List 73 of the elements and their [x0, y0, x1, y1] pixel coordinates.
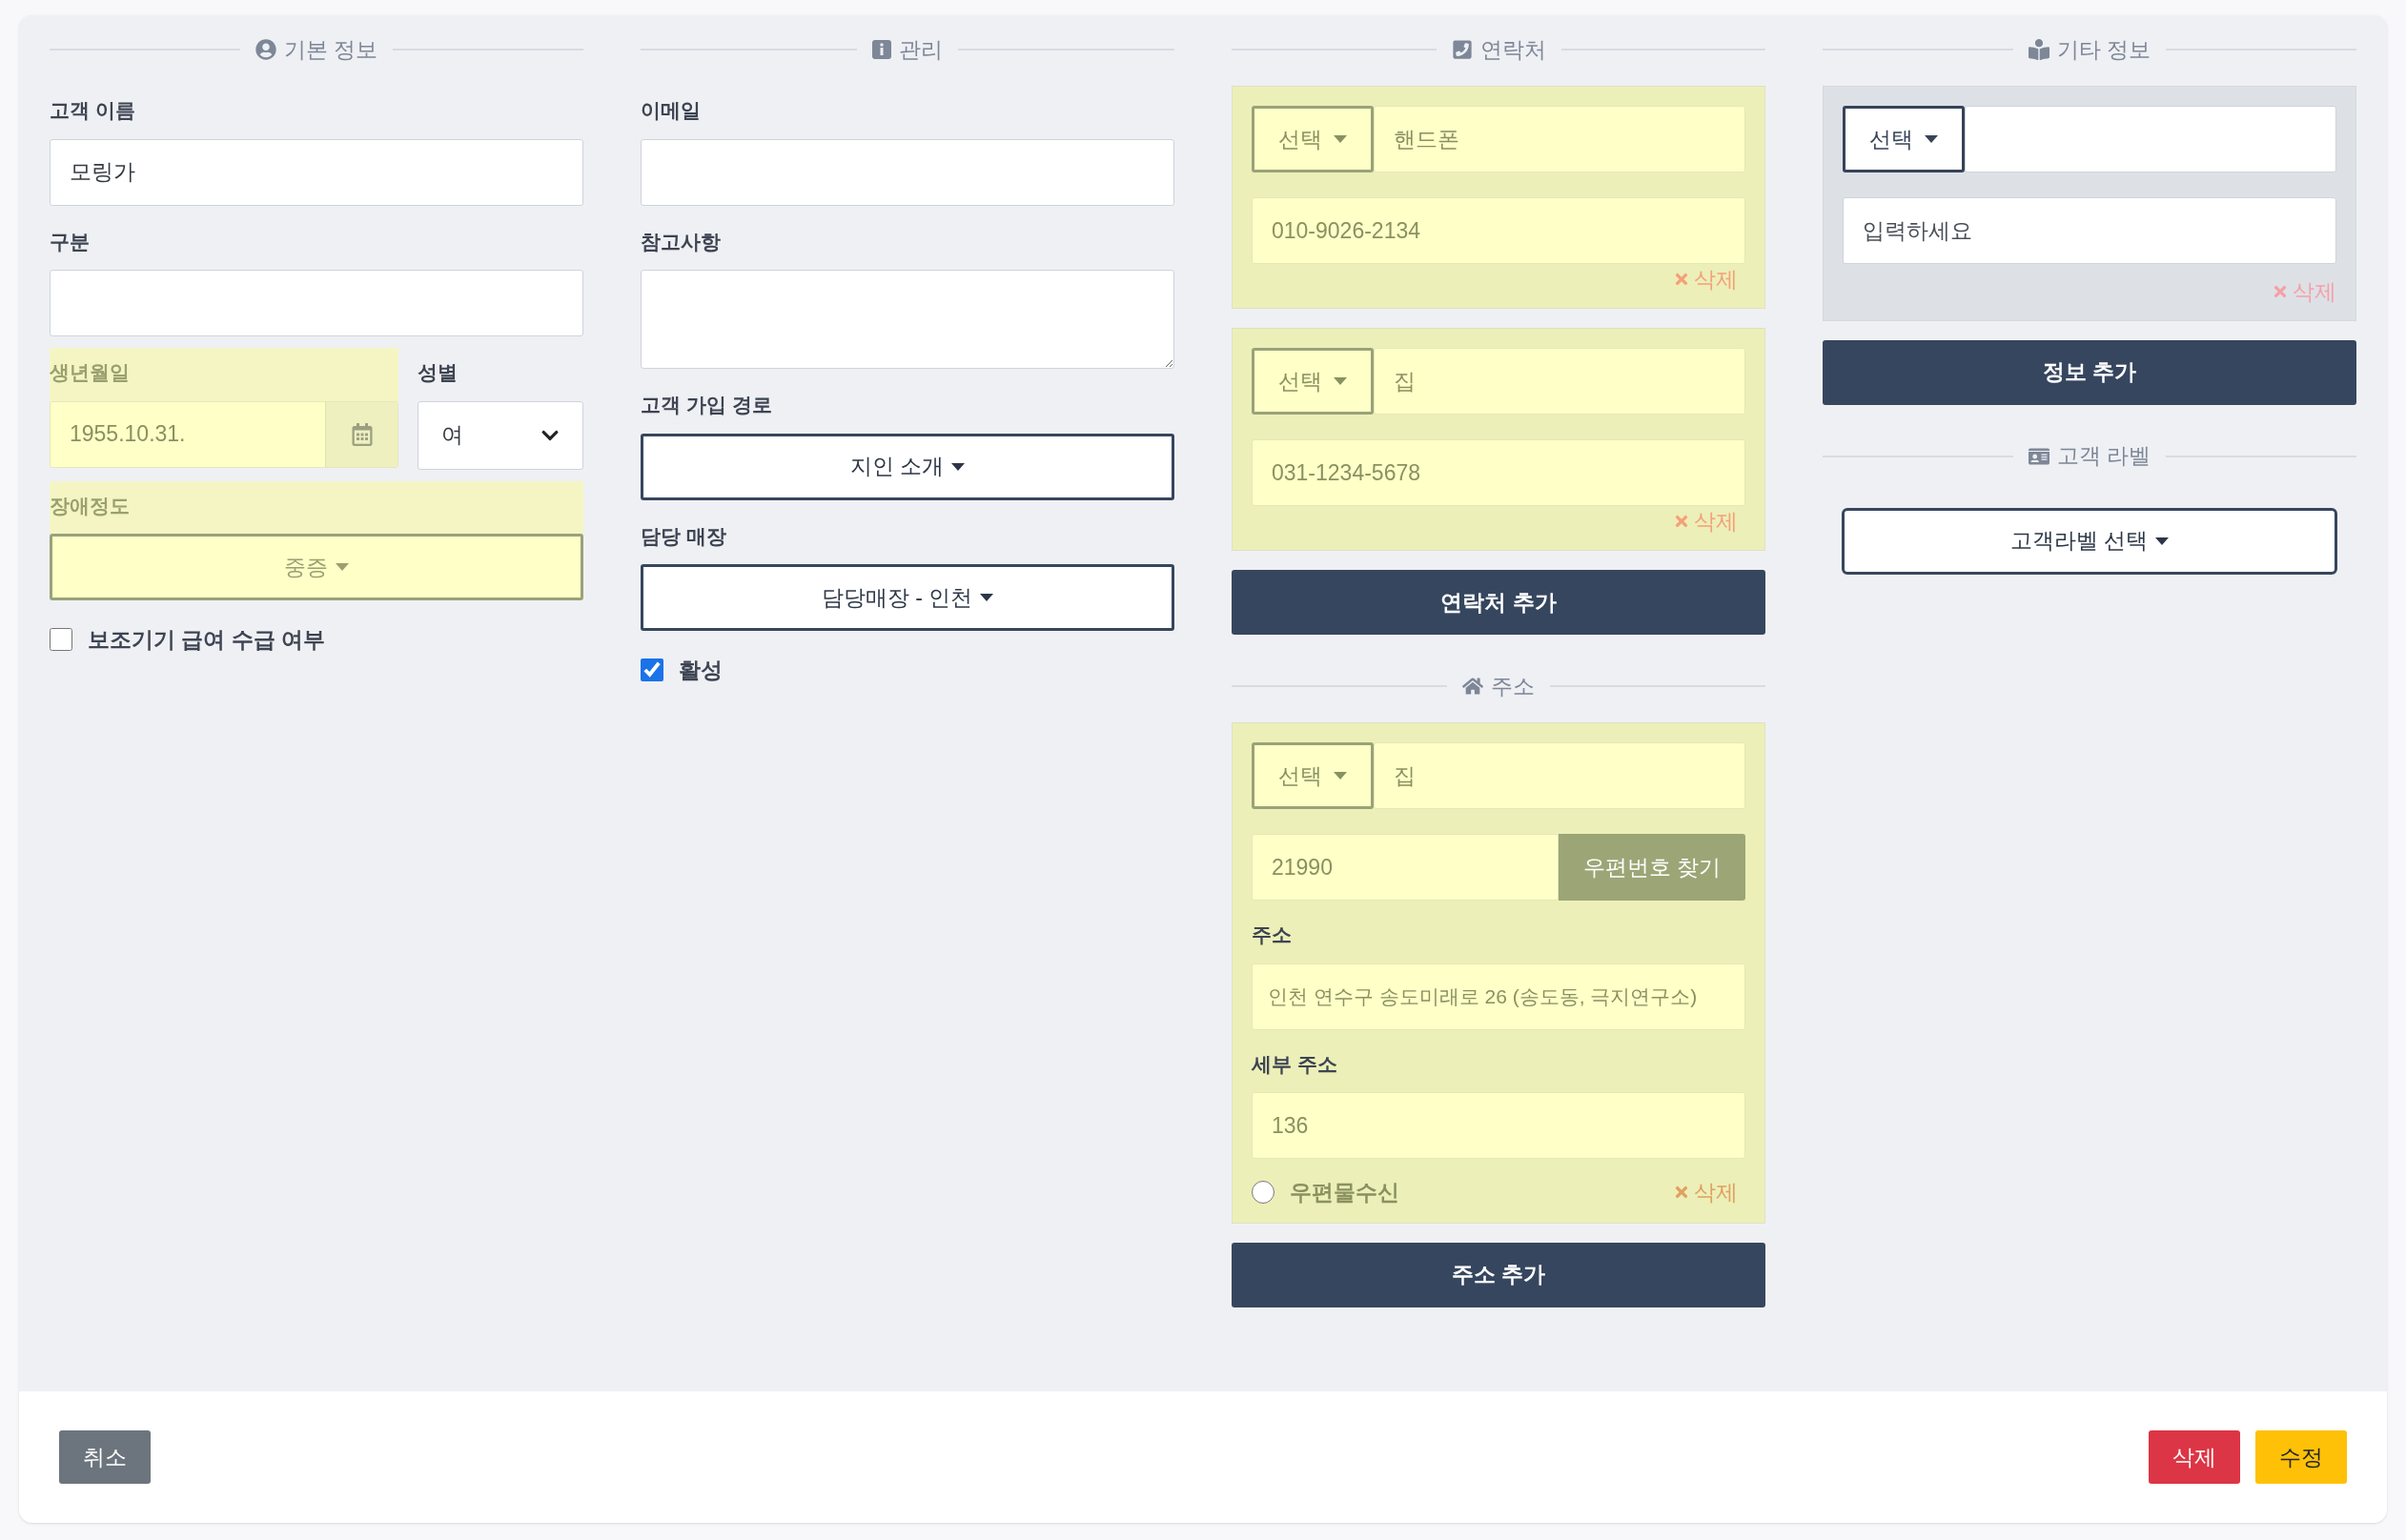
store-dropdown[interactable]: 담당매장 - 인천 — [641, 564, 1174, 631]
user-icon — [255, 39, 276, 60]
close-icon — [1673, 271, 1690, 288]
phone-icon — [1451, 39, 1473, 60]
caret-icon — [336, 563, 349, 571]
caret-icon — [1925, 135, 1938, 143]
checkbox[interactable] — [641, 659, 663, 682]
customer-label-dropdown[interactable]: 고객라벨 선택 — [1842, 507, 2337, 575]
gender-select[interactable]: 여 — [418, 400, 583, 470]
save-button[interactable]: 수정 — [2255, 1430, 2347, 1484]
delete-link[interactable]: 삭제 — [1673, 508, 1738, 535]
phone-input[interactable]: 010-9026-2134 — [1252, 197, 1745, 264]
contact-type-input[interactable]: 핸드폰 — [1374, 106, 1745, 172]
field-label: 성별 — [418, 361, 458, 383]
address-type-input[interactable]: 집 — [1374, 742, 1745, 809]
checkbox-label: 보조기기 급여 수급 여부 — [88, 626, 326, 654]
field-label: 구분 — [50, 230, 90, 253]
home-icon — [1462, 676, 1483, 697]
info-type-input[interactable] — [1965, 106, 2336, 172]
caret-icon — [2155, 537, 2170, 545]
caret-icon — [1334, 772, 1347, 780]
detail-address-input[interactable]: 136 — [1252, 1092, 1745, 1159]
section-title: 기타 정보 — [2056, 35, 2151, 64]
id-card-icon — [2028, 445, 2049, 467]
radio-button[interactable] — [1252, 1181, 1274, 1205]
field-label: 장애정도 — [50, 494, 130, 517]
caret-icon — [1334, 135, 1347, 143]
type-dropdown[interactable]: 선택 — [1843, 106, 1965, 172]
field-label: 주소 — [1252, 923, 1292, 945]
close-icon — [1673, 513, 1690, 530]
category-input[interactable] — [50, 270, 583, 336]
phone-input[interactable]: 031-1234-5678 — [1252, 439, 1745, 506]
calendar-icon — [350, 422, 374, 446]
caret-icon — [980, 594, 994, 601]
section-title: 기본 정보 — [283, 35, 378, 64]
field-label: 세부 주소 — [1252, 1052, 1337, 1075]
field-label: 고객 이름 — [50, 99, 135, 121]
delete-button[interactable]: 삭제 — [2149, 1430, 2240, 1484]
disability-dropdown[interactable]: 중증 — [50, 534, 583, 600]
add-info-button[interactable]: 정보 추가 — [1823, 339, 2356, 405]
checkbox-label: 활성 — [679, 657, 723, 684]
caret-icon — [1334, 377, 1347, 385]
name-input[interactable]: 모링가 — [50, 138, 583, 206]
radio-label: 우편물수신 — [1290, 1179, 1399, 1206]
section-title: 연락처 — [1479, 35, 1546, 64]
postcode-input[interactable]: 21990 — [1252, 834, 1559, 901]
type-dropdown[interactable]: 선택 — [1252, 348, 1374, 415]
cancel-button[interactable]: 취소 — [59, 1430, 151, 1484]
reader-icon — [2028, 39, 2049, 60]
add-address-button[interactable]: 주소 추가 — [1232, 1242, 1765, 1307]
date-field[interactable]: 1955.10.31. — [50, 400, 398, 468]
field-label: 고객 가입 경로 — [641, 394, 772, 415]
add-contact-button[interactable]: 연락처 추가 — [1232, 570, 1765, 635]
contact-type-input[interactable]: 집 — [1374, 348, 1745, 415]
field-label: 이메일 — [641, 99, 701, 121]
address-input[interactable]: 인천 연수구 송도미래로 26 (송도동, 극지연구소) — [1252, 962, 1745, 1030]
delete-link[interactable]: 삭제 — [1673, 266, 1738, 293]
type-dropdown[interactable]: 선택 — [1252, 106, 1374, 172]
caret-icon — [951, 462, 966, 471]
section-title: 관리 — [899, 35, 943, 64]
notes-textarea[interactable] — [641, 270, 1174, 369]
signup-route-dropdown[interactable]: 지인 소개 — [641, 433, 1174, 500]
info-icon — [872, 40, 891, 59]
field-label: 참고사항 — [641, 230, 721, 253]
section-title: 고객 라벨 — [2056, 442, 2151, 471]
field-label: 생년월일 — [50, 361, 130, 383]
find-postcode-button[interactable]: 우편번호 찾기 — [1559, 834, 1745, 901]
email-input[interactable] — [641, 138, 1174, 206]
type-dropdown[interactable]: 선택 — [1252, 742, 1374, 809]
checkbox[interactable] — [50, 628, 72, 652]
section-title: 주소 — [1491, 672, 1535, 700]
field-label: 담당 매장 — [641, 524, 726, 547]
info-input[interactable]: 입력하세요 — [1843, 197, 2336, 264]
